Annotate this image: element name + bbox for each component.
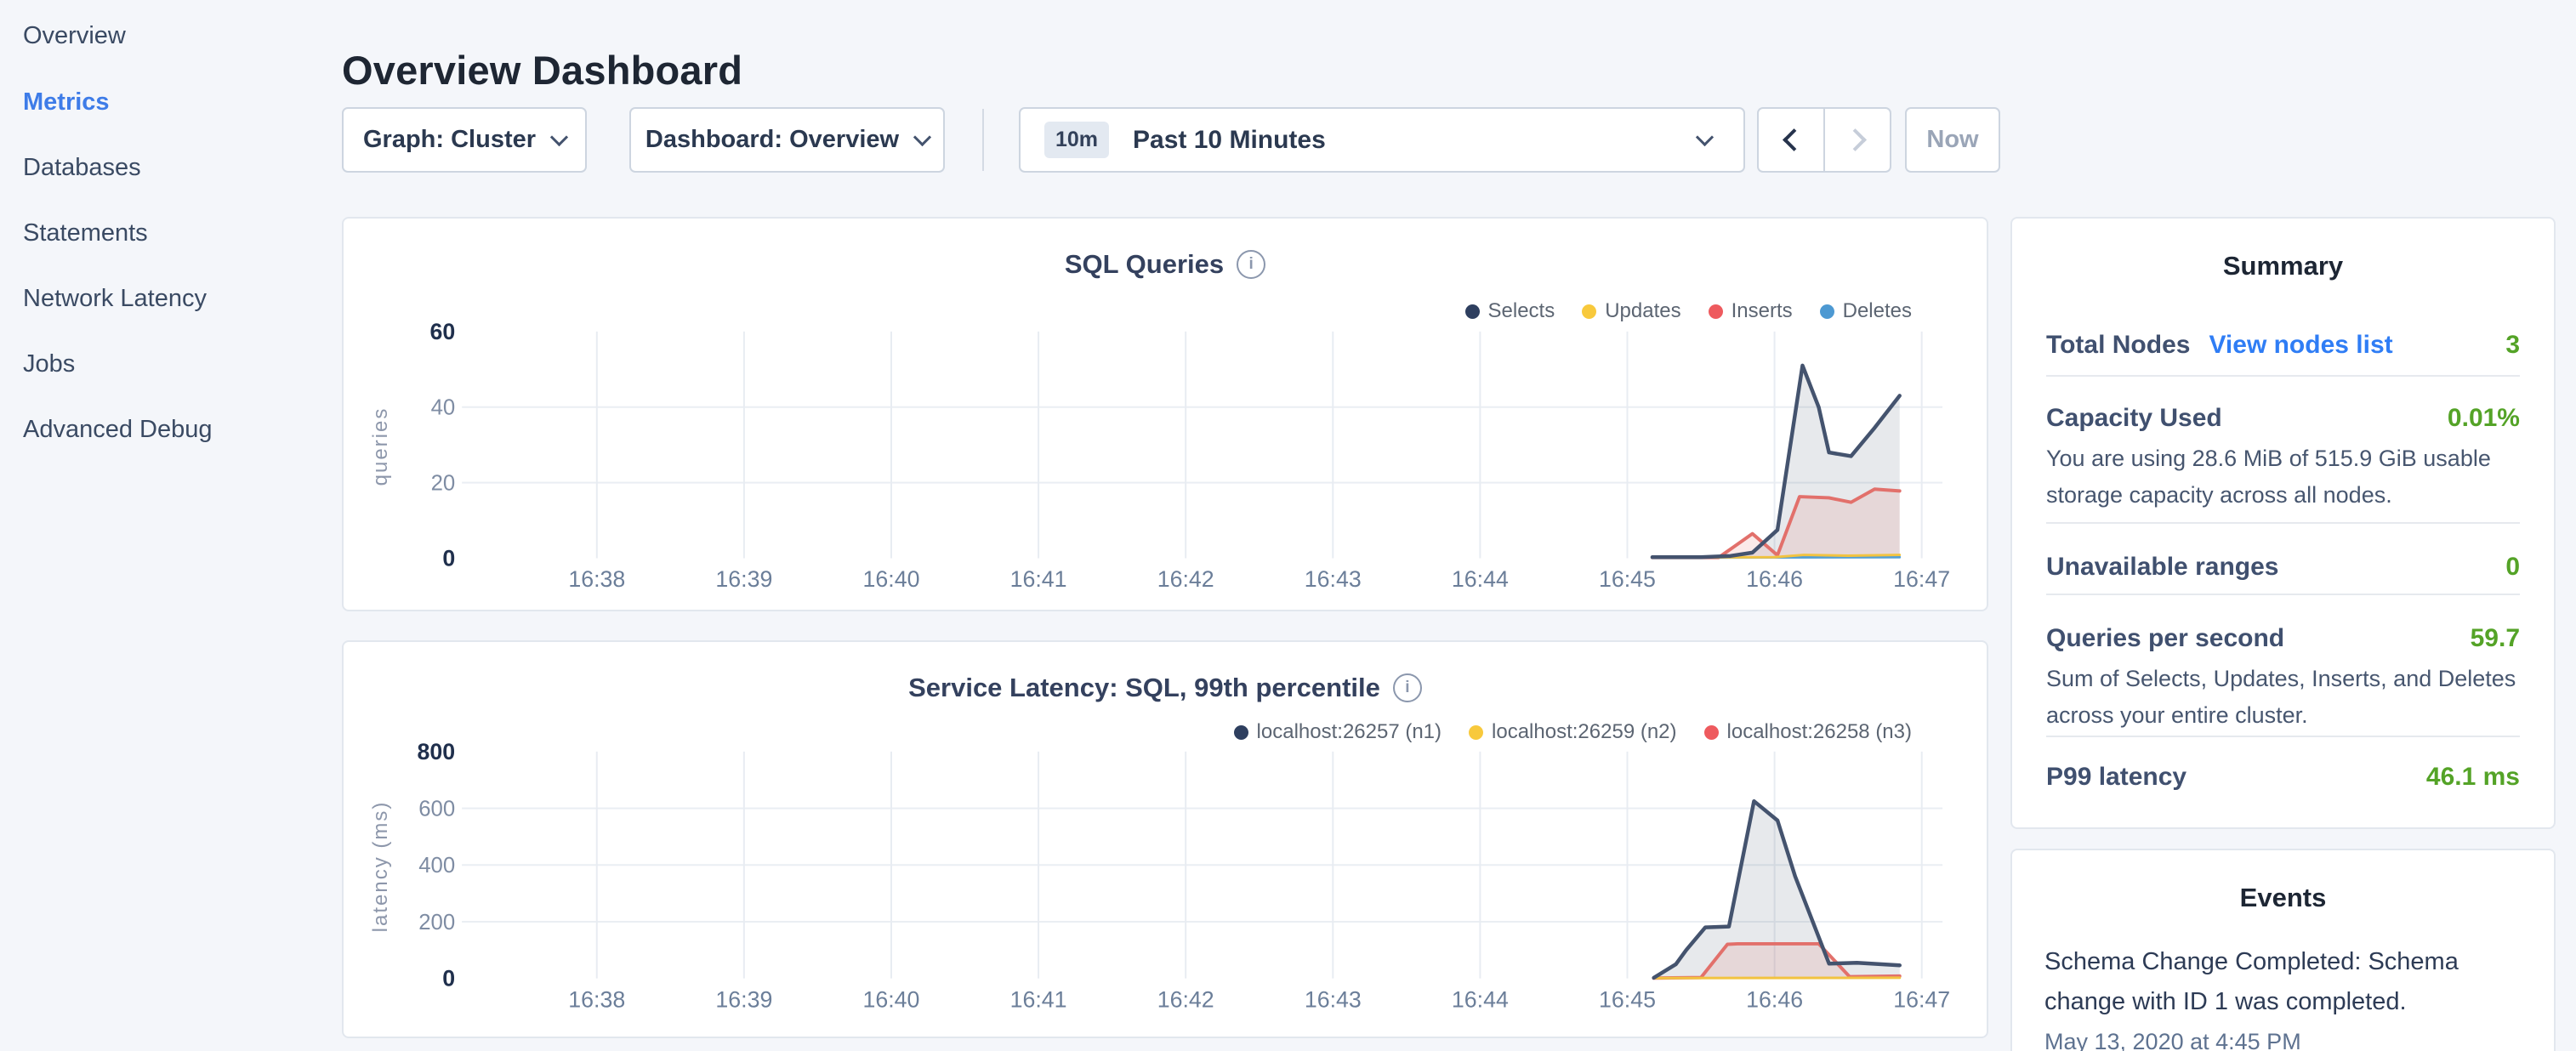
summary-description: Sum of Selects, Updates, Inserts, and De… — [2046, 661, 2520, 734]
svg-text:16:47: 16:47 — [1893, 566, 1950, 592]
summary-row-p99-latency: P99 latency 46.1 ms — [2046, 737, 2520, 817]
prev-range-button[interactable] — [1759, 109, 1823, 171]
summary-label: Capacity Used — [2046, 404, 2222, 433]
svg-text:16:46: 16:46 — [1746, 566, 1803, 592]
summary-row-queries-per-second: Queries per second 59.7 Sum of Selects, … — [2046, 595, 2520, 737]
svg-text:16:43: 16:43 — [1305, 986, 1362, 1012]
summary-value: 3 — [2505, 331, 2520, 360]
sql-queries-chart-card: SQL Queries SelectsUpdatesInsertsDeletes… — [342, 217, 1988, 611]
now-button[interactable]: Now — [1905, 107, 2000, 173]
service-latency-chart[interactable]: 16:38 16:39 16:40 16:41 16:42 16:43 16:44 16:45… — [344, 642, 1987, 1037]
svg-text:40: 40 — [431, 396, 456, 420]
sidebar-item-advanced-debug[interactable]: Advanced Debug — [23, 412, 213, 446]
graph-scope-label: Graph: Cluster — [363, 126, 536, 154]
summary-heading: Summary — [2012, 251, 2554, 281]
time-range-label: Past 10 Minutes — [1133, 126, 1326, 155]
dashboard-label: Dashboard: Overview — [645, 126, 899, 154]
svg-text:600: 600 — [418, 798, 455, 821]
time-range-badge: 10m — [1044, 122, 1109, 158]
svg-text:16:41: 16:41 — [1010, 986, 1067, 1012]
sidebar-item-metrics[interactable]: Metrics — [23, 85, 110, 119]
sql-queries-chart[interactable]: 16:38 16:39 16:40 16:41 16:42 16:43 16:44 16:45… — [344, 219, 1987, 610]
summary-row-unavailable-ranges: Unavailable ranges 0 — [2046, 524, 2520, 595]
svg-text:400: 400 — [418, 854, 455, 878]
svg-text:16:45: 16:45 — [1599, 986, 1656, 1012]
svg-text:16:44: 16:44 — [1452, 986, 1509, 1012]
chevron-left-icon — [1783, 128, 1805, 151]
svg-text:16:41: 16:41 — [1010, 566, 1067, 592]
svg-text:16:39: 16:39 — [715, 986, 772, 1012]
view-nodes-list-link[interactable]: View nodes list — [2209, 331, 2392, 360]
sidebar-item-jobs[interactable]: Jobs — [23, 347, 75, 381]
page-title: Overview Dashboard — [342, 47, 742, 94]
summary-description: You are using 28.6 MiB of 515.9 GiB usab… — [2046, 440, 2520, 514]
event-timestamp: May 13, 2020 at 4:45 PM — [2044, 1029, 2522, 1051]
next-range-button[interactable] — [1823, 109, 1890, 171]
svg-text:16:47: 16:47 — [1893, 986, 1950, 1012]
summary-row-capacity-used: Capacity Used 0.01% You are using 28.6 M… — [2046, 377, 2520, 524]
chevron-down-icon — [913, 128, 931, 145]
event-message: Schema Change Completed: Schema change w… — [2044, 942, 2522, 1022]
svg-text:16:40: 16:40 — [863, 566, 920, 592]
sidebar-item-overview[interactable]: Overview — [23, 19, 126, 53]
svg-text:16:45: 16:45 — [1599, 566, 1656, 592]
events-panel: Events Schema Change Completed: Schema c… — [2010, 849, 2556, 1051]
summary-panel: Summary Total Nodes View nodes list 3 Ca… — [2010, 217, 2556, 829]
time-range-selector[interactable]: 10m Past 10 Minutes — [1019, 107, 1745, 173]
summary-label: Total Nodes — [2046, 331, 2190, 360]
svg-text:16:38: 16:38 — [568, 566, 625, 592]
sidebar-item-databases[interactable]: Databases — [23, 151, 141, 185]
svg-text:16:46: 16:46 — [1746, 986, 1803, 1012]
svg-text:0: 0 — [442, 545, 455, 571]
svg-text:200: 200 — [418, 911, 455, 935]
svg-text:16:39: 16:39 — [715, 566, 772, 592]
events-heading: Events — [2012, 883, 2554, 913]
event-item[interactable]: Schema Change Completed: Schema change w… — [2044, 942, 2522, 1051]
svg-text:16:42: 16:42 — [1157, 566, 1214, 592]
service-latency-chart-card: Service Latency: SQL, 99th percentile lo… — [342, 640, 1988, 1038]
svg-text:60: 60 — [429, 319, 455, 344]
summary-label: Queries per second — [2046, 624, 2284, 653]
svg-text:16:43: 16:43 — [1305, 566, 1362, 592]
summary-value: 46.1 ms — [2426, 763, 2520, 792]
svg-text:16:42: 16:42 — [1157, 986, 1214, 1012]
summary-row-total-nodes: Total Nodes View nodes list 3 — [2046, 281, 2520, 377]
overview-dashboard-page: Overview Metrics Databases Statements Ne… — [0, 0, 2576, 1051]
svg-text:16:40: 16:40 — [862, 986, 919, 1012]
chevron-right-icon — [1844, 128, 1867, 151]
chevron-down-icon — [550, 128, 568, 145]
summary-value: 59.7 — [2471, 624, 2520, 653]
time-pager — [1757, 107, 1891, 173]
svg-text:16:38: 16:38 — [568, 986, 625, 1012]
sidebar-nav: Overview Metrics Databases Statements Ne… — [0, 0, 340, 1051]
svg-text:16:44: 16:44 — [1452, 566, 1509, 592]
now-button-label: Now — [1926, 126, 1978, 154]
summary-value: 0.01% — [2448, 404, 2520, 433]
summary-label: P99 latency — [2046, 763, 2186, 792]
svg-text:0: 0 — [442, 966, 455, 991]
summary-label: Unavailable ranges — [2046, 553, 2278, 582]
sidebar-item-statements[interactable]: Statements — [23, 216, 148, 250]
chevron-down-icon — [1696, 128, 1714, 145]
svg-text:800: 800 — [418, 739, 456, 764]
graph-scope-dropdown[interactable]: Graph: Cluster — [342, 107, 587, 173]
svg-text:20: 20 — [431, 472, 456, 496]
sidebar-item-network-latency[interactable]: Network Latency — [23, 281, 207, 315]
controls-divider — [982, 109, 984, 171]
summary-value: 0 — [2505, 553, 2520, 582]
dashboard-dropdown[interactable]: Dashboard: Overview — [629, 107, 945, 173]
